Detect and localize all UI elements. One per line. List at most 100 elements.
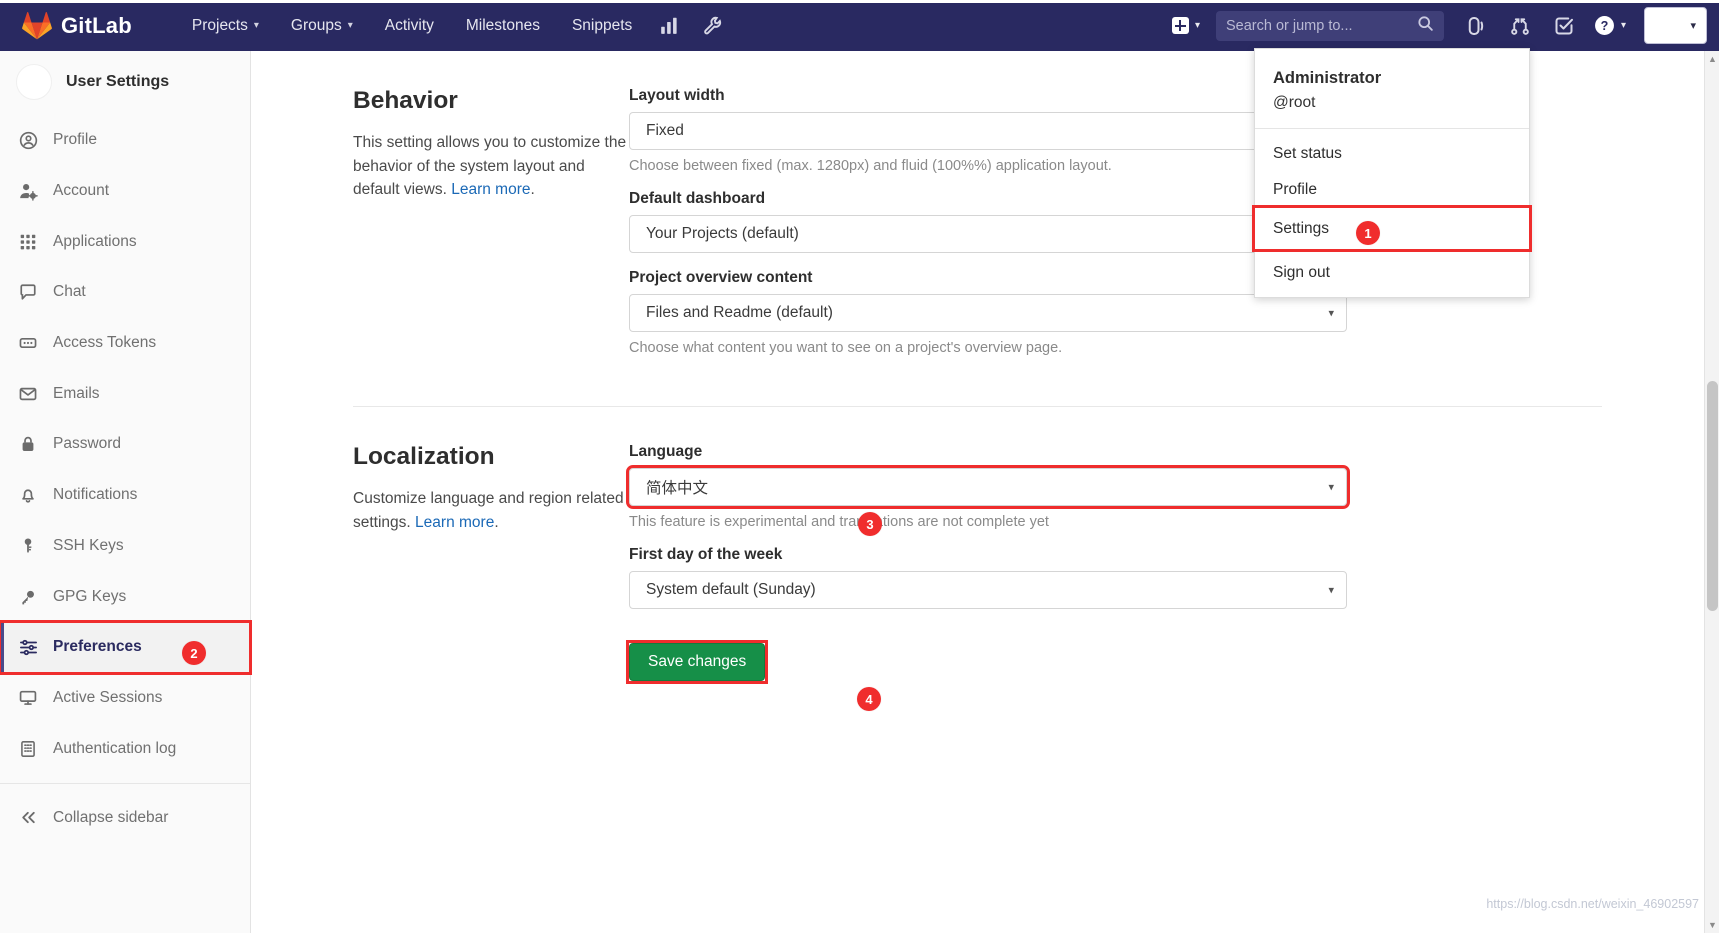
sidebar-item-account[interactable]: Account xyxy=(0,166,250,217)
nav-item-groups[interactable]: Groups ▾ xyxy=(275,0,369,51)
gitlab-logo-icon[interactable] xyxy=(22,11,52,41)
chevron-down-icon: ▾ xyxy=(1328,481,1334,494)
sidebar-item-active-sessions[interactable]: Active Sessions xyxy=(0,673,250,724)
layout-width-select[interactable]: Fixed ▾ xyxy=(629,112,1347,150)
user-menu-item-set-status[interactable]: Set status xyxy=(1255,136,1529,172)
user-menu-item-profile[interactable]: Profile xyxy=(1255,172,1529,208)
project-overview-content-select[interactable]: Files and Readme (default) ▾ xyxy=(629,294,1347,332)
chevron-down-icon: ▾ xyxy=(1195,21,1200,31)
key-icon xyxy=(18,536,38,556)
log-grid-icon xyxy=(18,739,38,759)
save-changes-wrapper: Save changes xyxy=(629,643,765,681)
scroll-down-arrow-icon[interactable]: ▼ xyxy=(1705,917,1719,933)
nav-item-snippets[interactable]: Snippets xyxy=(556,0,648,51)
navbar-right: ▾ Search or jump to... xyxy=(1162,0,1719,51)
apps-grid-icon xyxy=(18,232,38,252)
sidebar-item-preferences[interactable]: Preferences xyxy=(0,622,250,673)
merge-requests-icon[interactable] xyxy=(1498,0,1542,51)
chat-bubble-icon xyxy=(18,282,38,302)
behavior-learn-more-link[interactable]: Learn more xyxy=(451,181,530,198)
sidebar-item-notifications[interactable]: Notifications xyxy=(0,470,250,521)
watermark-text: https://blog.csdn.net/weixin_46902597 xyxy=(1486,897,1699,911)
annotation-badge-3: 3 xyxy=(858,512,882,536)
sidebar-title: User Settings xyxy=(66,73,169,91)
user-settings-sidebar: User Settings Profile Account xyxy=(0,51,251,933)
sliders-icon xyxy=(18,637,38,657)
vertical-scrollbar[interactable]: ▲ ▼ xyxy=(1704,51,1719,933)
sidebar-item-label: GPG Keys xyxy=(53,588,126,606)
sidebar-item-authentication-log[interactable]: Authentication log xyxy=(0,723,250,774)
user-menu-item-label: Set status xyxy=(1273,145,1342,163)
scrollbar-thumb[interactable] xyxy=(1707,381,1718,611)
localization-section: Localization Customize language and regi… xyxy=(251,407,1704,681)
help-icon[interactable]: ? ▾ xyxy=(1586,15,1634,36)
scroll-up-arrow-icon[interactable]: ▲ xyxy=(1705,51,1719,67)
sidebar-header[interactable]: User Settings xyxy=(0,51,250,113)
annotation-badge-4: 4 xyxy=(857,687,881,711)
sidebar-item-label: Notifications xyxy=(53,486,137,504)
account-gear-icon xyxy=(18,181,38,201)
user-dropdown-menu: Administrator @root Set status Profile S… xyxy=(1254,48,1530,298)
gitlab-wordmark: GitLab xyxy=(61,13,132,39)
sidebar-item-label: Chat xyxy=(53,283,86,301)
first-day-of-week-value: System default (Sunday) xyxy=(646,581,816,599)
default-dashboard-select[interactable]: Your Projects (default) ▾ xyxy=(629,215,1347,253)
language-select[interactable]: 简体中文 ▾ xyxy=(629,468,1347,506)
sidebar-item-profile[interactable]: Profile xyxy=(0,115,250,166)
user-menu-item-sign-out[interactable]: Sign out xyxy=(1255,255,1529,291)
sidebar-item-label: Emails xyxy=(53,385,100,403)
localization-section-right: Language 简体中文 ▾ This feature is experime… xyxy=(629,407,1704,681)
sidebar-item-emails[interactable]: Emails xyxy=(0,368,250,419)
default-dashboard-value: Your Projects (default) xyxy=(646,225,799,243)
annotation-badge-2: 2 xyxy=(182,641,206,665)
nav-item-activity[interactable]: Activity xyxy=(369,0,450,51)
user-menu-header: Administrator @root xyxy=(1255,49,1529,129)
chevron-down-icon: ▾ xyxy=(254,21,259,31)
navbar-left: GitLab Projects ▾ Groups ▾ Activity Mile… xyxy=(0,0,734,51)
sidebar-item-gpg-keys[interactable]: GPG Keys xyxy=(0,571,250,622)
search-placeholder: Search or jump to... xyxy=(1226,18,1417,34)
sidebar-divider xyxy=(0,783,250,784)
first-day-of-week-select[interactable]: System default (Sunday) ▾ xyxy=(629,571,1347,609)
issues-icon[interactable] xyxy=(1454,0,1498,51)
top-navbar: GitLab Projects ▾ Groups ▾ Activity Mile… xyxy=(0,0,1719,51)
user-avatar-dropdown-button[interactable]: ▾ xyxy=(1644,7,1707,44)
sidebar-item-label: SSH Keys xyxy=(53,537,124,555)
sidebar-item-password[interactable]: Password xyxy=(0,419,250,470)
sidebar-item-label: Profile xyxy=(53,131,97,149)
behavior-description: This setting allows you to customize the… xyxy=(353,131,629,202)
localization-title: Localization xyxy=(353,443,629,471)
token-icon xyxy=(18,333,38,353)
first-day-of-week-field: First day of the week System default (Su… xyxy=(629,546,1584,609)
todos-icon[interactable] xyxy=(1542,0,1586,51)
behavior-section-left: Behavior This setting allows you to cust… xyxy=(251,51,629,372)
first-day-of-week-label: First day of the week xyxy=(629,546,1584,564)
sidebar-item-access-tokens[interactable]: Access Tokens xyxy=(0,318,250,369)
avatar xyxy=(16,64,52,100)
localization-learn-more-link[interactable]: Learn more xyxy=(415,514,494,531)
menu-divider xyxy=(1255,129,1529,136)
plus-icon xyxy=(1172,17,1189,34)
search-icon xyxy=(1417,15,1434,37)
wrench-icon[interactable] xyxy=(691,0,734,51)
localization-section-left: Localization Customize language and regi… xyxy=(251,407,629,681)
save-changes-button[interactable]: Save changes xyxy=(629,643,765,681)
analytics-icon[interactable] xyxy=(648,0,691,51)
project-overview-content-value: Files and Readme (default) xyxy=(646,304,833,322)
sidebar-item-chat[interactable]: Chat xyxy=(0,267,250,318)
collapse-sidebar-button[interactable]: Collapse sidebar xyxy=(0,792,250,844)
create-new-button[interactable]: ▾ xyxy=(1162,17,1206,34)
localization-period: . xyxy=(494,514,498,531)
sidebar-item-label: Account xyxy=(53,182,109,200)
search-input[interactable]: Search or jump to... xyxy=(1216,11,1444,41)
user-menu-item-settings[interactable]: Settings xyxy=(1255,208,1529,249)
sidebar-item-applications[interactable]: Applications xyxy=(0,216,250,267)
nav-item-milestones[interactable]: Milestones xyxy=(450,0,556,51)
sidebar-item-ssh-keys[interactable]: SSH Keys xyxy=(0,521,250,572)
nav-item-projects[interactable]: Projects ▾ xyxy=(176,0,275,51)
behavior-title: Behavior xyxy=(353,87,629,115)
user-menu-name: Administrator xyxy=(1273,67,1511,91)
svg-text:?: ? xyxy=(1601,19,1609,33)
monitor-icon xyxy=(18,688,38,708)
chevron-double-left-icon xyxy=(18,808,38,828)
